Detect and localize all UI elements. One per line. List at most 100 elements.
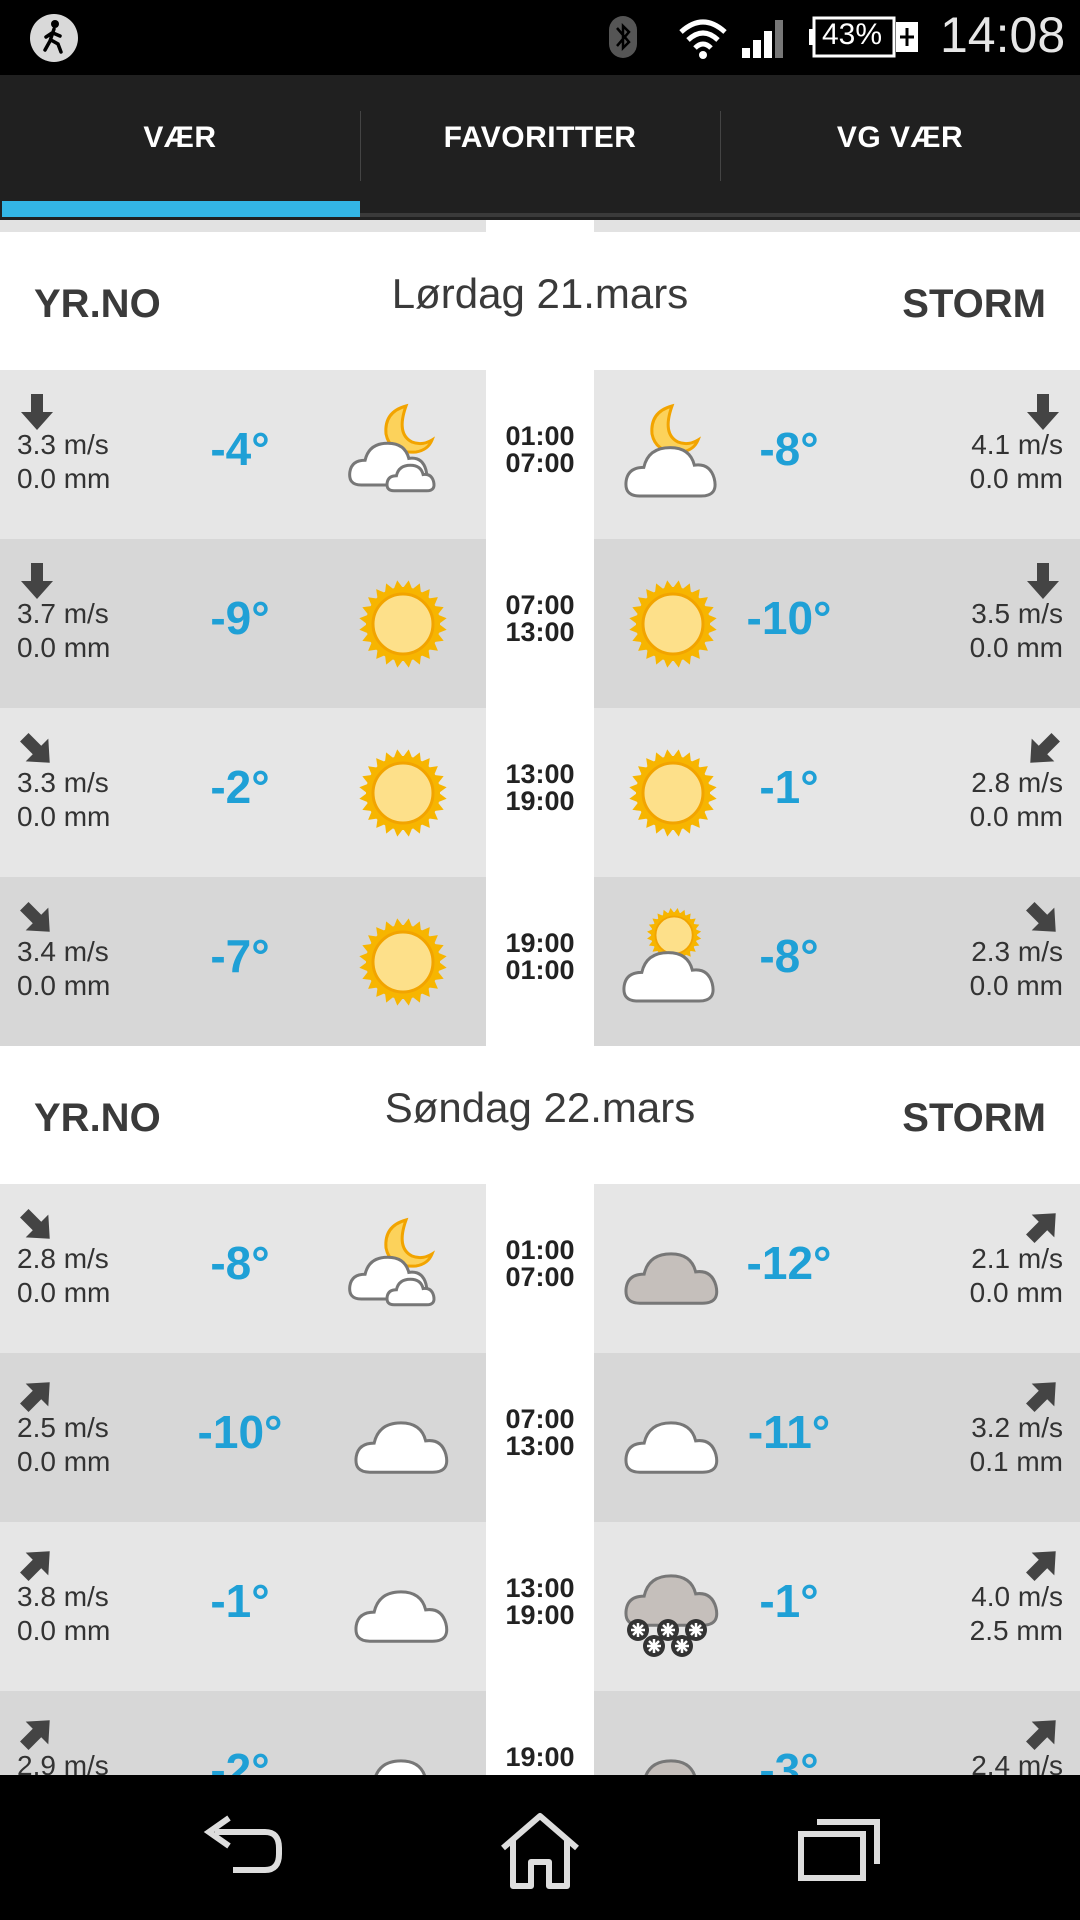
temperature: -8° xyxy=(759,930,819,982)
arrow-down-icon xyxy=(21,563,53,599)
precipitation: 0.0 mm xyxy=(17,632,111,663)
cloud-icon xyxy=(354,1590,449,1643)
precipitation: 0.0 mm xyxy=(969,1277,1063,1308)
cloud-icon xyxy=(624,1421,719,1474)
temperature: -10° xyxy=(197,1406,283,1458)
sun-icon xyxy=(359,749,447,837)
wind-precip: 3.7 m/s 0.0 mm xyxy=(17,597,110,665)
forecast-row[interactable]: 3.7 m/s 0.0 mm -9° 3.5 m/s 0.0 mm -10° 07:00 13… xyxy=(0,539,1080,708)
forecast-row[interactable]: 2.8 m/s 0.0 mm -8° 2.1 m/s 0.0 mm -12° 01:00 07… xyxy=(0,1184,1080,1353)
wind-speed: 3.3 m/s xyxy=(17,429,109,460)
time-from: 07:00 xyxy=(505,590,575,620)
forecast-cell-right: 2.4 m/s -3° xyxy=(594,1691,1080,1775)
forecast-cell-right: 3.2 m/s 0.1 mm -11° xyxy=(594,1353,1080,1522)
forecast-cell-left: 3.3 m/s 0.0 mm -2° xyxy=(0,708,486,877)
arrow-up-right-icon xyxy=(20,1551,50,1581)
precipitation: 0.0 mm xyxy=(17,1446,111,1477)
recent-apps-icon[interactable] xyxy=(795,1810,885,1890)
arrow-down-left-icon xyxy=(1030,733,1060,763)
temperature: -9° xyxy=(210,592,270,644)
wind-precip: 4.0 m/s 2.5 mm xyxy=(970,1580,1063,1648)
time-to: 13:00 xyxy=(505,617,575,647)
tab-favoritter[interactable]: FAVORITTER xyxy=(360,75,720,220)
wind-speed: 2.5 m/s xyxy=(17,1412,109,1443)
precipitation: 0.0 mm xyxy=(17,801,111,832)
day-header: YR.NO Lørdag 21.mars STORM xyxy=(0,232,1080,370)
temperature: -1° xyxy=(759,761,819,813)
wind-precip: 2.8 m/s 0.0 mm xyxy=(970,766,1063,834)
forecast-list[interactable]: YR.NO Lørdag 21.mars STORM 3.3 m/s 0.0 mm -4°… xyxy=(0,220,1080,1775)
precipitation: 0.0 mm xyxy=(17,1615,111,1646)
time-from: 07:00 xyxy=(505,1404,575,1434)
time-range: 13:00 19:00 xyxy=(486,1575,594,1629)
time-range: 01:00 07:00 xyxy=(486,423,594,477)
grey-cloud-icon xyxy=(644,1759,697,1775)
app-root: 43% 14:08 VÆR FAVORITTER VG VÆR YR.NO Lør… xyxy=(0,0,1080,1920)
tab-vaer[interactable]: VÆR xyxy=(0,75,360,220)
nav-bar xyxy=(0,1775,1080,1920)
moon-clouds-icon xyxy=(348,403,436,493)
time-to: 19:00 xyxy=(505,786,575,816)
home-icon[interactable] xyxy=(495,1810,585,1890)
back-icon[interactable] xyxy=(195,1810,285,1890)
snow-cloud-icon xyxy=(624,1574,719,1657)
temperature: -11° xyxy=(747,1406,831,1458)
source-right-label: STORM xyxy=(902,1096,1046,1140)
forecast-cell-right: 3.5 m/s 0.0 mm -10° xyxy=(594,539,1080,708)
forecast-row[interactable]: 3.4 m/s 0.0 mm -7° 2.3 m/s 0.0 mm -8° 19:00 01:… xyxy=(0,877,1080,1046)
time-from: 13:00 xyxy=(505,1573,575,1603)
forecast-row[interactable]: 3.3 m/s 0.0 mm -2° 2.8 m/s 0.0 mm -1° 13:00 19:… xyxy=(0,708,1080,877)
temperature: -8° xyxy=(210,1237,270,1289)
forecast-row[interactable]: 3.8 m/s 0.0 mm -1° 4.0 m/s 2.5 mm -1° 13:00 19:… xyxy=(0,1522,1080,1691)
wind-speed: 2.3 m/s xyxy=(971,936,1063,967)
wind-speed: 2.9 m/s xyxy=(17,1750,109,1775)
time-from: 13:00 xyxy=(505,759,575,789)
forecast-row[interactable]: 2.9 m/s -2° 2.4 m/s -3° 19:00 xyxy=(0,1691,1080,1775)
wind-speed: 3.3 m/s xyxy=(17,767,109,798)
arrow-down-right-icon xyxy=(20,1209,50,1239)
forecast-cell-right: 2.1 m/s 0.0 mm -12° xyxy=(594,1184,1080,1353)
forecast-row[interactable]: 2.5 m/s 0.0 mm -10° 3.2 m/s 0.1 mm -11° 07:00 1… xyxy=(0,1353,1080,1522)
arrow-down-icon xyxy=(1027,563,1059,599)
precipitation: 0.0 mm xyxy=(17,1277,111,1308)
wifi-icon xyxy=(679,19,727,59)
time-from: 01:00 xyxy=(505,1235,575,1265)
arrow-down-right-icon xyxy=(1026,902,1056,932)
wind-speed: 4.0 m/s xyxy=(971,1581,1063,1612)
tab-vg-vaer[interactable]: VG VÆR xyxy=(720,75,1080,220)
forecast-cell-right: 4.1 m/s 0.0 mm -8° xyxy=(594,370,1080,539)
moon-clouds-icon xyxy=(348,1217,436,1307)
wind-precip: 3.2 m/s 0.1 mm xyxy=(970,1411,1063,1479)
forecast-cell-left: 2.5 m/s 0.0 mm -10° xyxy=(0,1353,486,1522)
arrow-up-right-icon xyxy=(1026,1551,1056,1581)
forecast-row[interactable]: 3.3 m/s 0.0 mm -4° 4.1 m/s 0.0 mm -8° 01:00 07:… xyxy=(0,370,1080,539)
wind-precip: 2.3 m/s 0.0 mm xyxy=(970,935,1063,1003)
forecast-cell-left: 3.8 m/s 0.0 mm -1° xyxy=(0,1522,486,1691)
tab-underline xyxy=(360,213,1080,217)
arrow-up-right-icon xyxy=(1026,1382,1056,1412)
precipitation: 0.0 mm xyxy=(17,463,111,494)
source-right-label: STORM xyxy=(902,282,1046,326)
wind-precip: 4.1 m/s 0.0 mm xyxy=(970,428,1063,496)
precipitation: 0.0 mm xyxy=(17,970,111,1001)
wind-speed: 3.7 m/s xyxy=(17,598,109,629)
forecast-cell-right: 2.8 m/s 0.0 mm -1° xyxy=(594,708,1080,877)
wind-precip: 3.5 m/s 0.0 mm xyxy=(970,597,1063,665)
time-range: 19:00 01:00 xyxy=(486,930,594,984)
temperature: -1° xyxy=(759,1575,819,1627)
previous-row-edge xyxy=(0,220,486,232)
arrow-down-right-icon xyxy=(20,733,50,763)
wind-speed: 2.1 m/s xyxy=(971,1243,1063,1274)
walk-icon xyxy=(30,14,78,62)
precipitation: 0.0 mm xyxy=(969,632,1063,663)
arrow-up-right-icon xyxy=(20,1720,50,1750)
tab-selected-indicator xyxy=(2,201,360,217)
precipitation: 0.1 mm xyxy=(969,1446,1063,1477)
clock: 14:08 xyxy=(940,7,1066,63)
arrow-up-right-icon xyxy=(1026,1213,1056,1243)
precipitation: 0.0 mm xyxy=(969,801,1063,832)
wind-speed: 2.8 m/s xyxy=(971,767,1063,798)
cloud-icon xyxy=(354,1421,449,1474)
time-to: 19:00 xyxy=(505,1600,575,1630)
time-from: 01:00 xyxy=(505,421,575,451)
